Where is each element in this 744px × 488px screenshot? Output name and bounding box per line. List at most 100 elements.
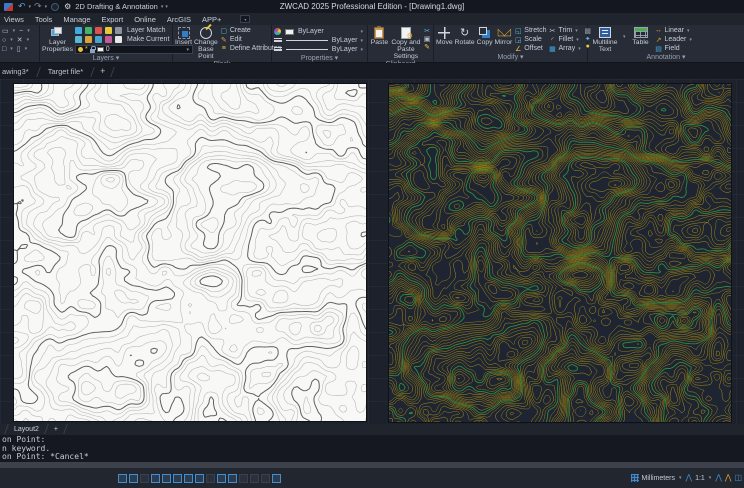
linear-dimension-button[interactable]: ↔Linear ▾ [655,26,693,35]
layer-properties-button[interactable]: Layer Properties [42,26,73,54]
leader-button[interactable]: ↗Leader ▾ [655,35,693,44]
make-current-button[interactable]: Make Current [127,36,169,43]
layer-bulb-icon[interactable] [78,47,83,52]
undo-dropdown-icon[interactable]: ▾ [29,4,32,10]
layer-lock-icon[interactable] [95,27,102,34]
chevron-down-icon[interactable]: ▾ [623,34,626,53]
chevron-down-icon[interactable]: ▾ [27,28,30,34]
copy-button[interactable]: Copy [477,26,493,53]
circle-tool-icon[interactable]: ○ [2,37,6,44]
chevron-down-icon[interactable]: ▾ [360,47,363,53]
transparency-toggle[interactable] [206,474,215,483]
lineweight-toggle[interactable] [195,474,204,483]
workspace-dropdown-icon[interactable]: ▾ [161,4,164,10]
menu-tools[interactable]: Tools [35,15,53,24]
field-button[interactable]: ▤Field [655,44,693,53]
redo-icon[interactable]: ↷ [34,2,42,11]
annotation-monitor-toggle[interactable] [261,474,270,483]
app-logo-icon[interactable] [4,3,13,11]
layer-walk-icon[interactable] [105,36,112,43]
chevron-down-icon[interactable]: ▾ [25,46,28,52]
lineweight-control[interactable]: ByLayer ▾ [274,45,364,54]
chevron-down-icon[interactable]: ▾ [709,475,712,481]
change-base-point-button[interactable]: Change Base Point [194,26,218,60]
workspace-switch-toggle[interactable] [272,474,281,483]
rotate-button[interactable]: ↻ Rotate [455,26,475,53]
stretch-button[interactable]: ◱Stretch [514,26,546,35]
ribbon-style-icon[interactable]: ▾ [240,15,250,23]
copy-paste-settings-button[interactable]: ⚙ Copy and Paste Settings [391,26,421,60]
match-properties-icon[interactable]: ✎ [423,43,431,51]
fillet-button[interactable]: ◜Fillet ▾ [548,35,581,44]
document-tab[interactable]: awing3* [0,65,37,79]
chevron-down-icon[interactable]: ▾ [360,38,363,44]
contour-map-monochrome[interactable] [14,84,366,421]
dynamic-ucs-toggle[interactable] [228,474,237,483]
auto-scale-icon[interactable]: ⋀ [725,474,732,482]
chevron-down-icon[interactable]: ▾ [679,475,682,481]
command-history[interactable]: on Point: n keyword. on Point: *Cancel* [0,435,744,462]
scale-button[interactable]: ◲Scale [514,35,546,44]
layer-freeze-icon[interactable] [85,27,92,34]
copy-clip-icon[interactable]: ▣ [423,35,431,43]
layer-unlock-icon[interactable] [95,36,102,43]
linetype-control[interactable]: ByLayer ▾ [274,36,364,45]
undo-icon[interactable]: ↶ [18,2,26,11]
layer-on-icon[interactable] [75,27,82,34]
modify-panel-label[interactable]: Modify ▾ [434,53,587,63]
menu-manage[interactable]: Manage [63,15,90,24]
paste-button[interactable]: Paste [370,26,389,60]
annotation-visibility-icon[interactable]: ⋀ [715,474,722,482]
redo-dropdown-icon[interactable]: ▾ [45,4,48,10]
cut-icon[interactable]: ✂ [423,27,431,35]
chevron-down-icon[interactable]: ▾ [689,37,692,43]
grid-toggle[interactable] [129,474,138,483]
dynamic-input-toggle[interactable] [184,474,193,483]
offset-button[interactable]: ∠Offset [514,44,546,53]
menu-online[interactable]: Online [134,15,156,24]
new-layout-tab-button[interactable]: + [48,426,64,433]
workspace-circle-icon[interactable] [51,3,59,11]
mirror-button[interactable]: ◺◿ Mirror [495,26,513,53]
chevron-down-icon[interactable]: ▾ [27,37,30,43]
drawing-viewport[interactable] [0,79,744,424]
quick-properties-toggle[interactable] [239,474,248,483]
multiline-text-button[interactable]: Multiline Text [590,26,620,53]
menu-app-plus[interactable]: APP+ [202,15,221,24]
color-control[interactable]: ByLayer ▾ [274,27,364,36]
chevron-down-icon[interactable]: ▾ [10,46,13,52]
chevron-down-icon[interactable]: ▾ [575,28,578,34]
table-button[interactable]: Table [629,26,653,53]
menu-arcgis[interactable]: ArcGIS [167,15,191,24]
menu-views[interactable]: Views [4,15,24,24]
selection-filter-toggle[interactable] [250,474,259,483]
new-document-tab-button[interactable]: + [94,66,111,79]
layout-tab[interactable]: Layout2 [8,426,45,433]
region-tool-icon[interactable]: ▯ [17,45,21,53]
chevron-down-icon[interactable]: ▾ [687,28,690,34]
snap-toggle[interactable] [118,474,127,483]
cycle-select-toggle[interactable] [217,474,226,483]
layer-sun-icon[interactable]: * [85,47,88,52]
chevron-down-icon[interactable]: ▾ [10,37,13,43]
chevron-down-icon[interactable]: ▾ [578,46,581,52]
layer-prev-icon[interactable] [115,36,122,43]
chevron-down-icon[interactable]: ▾ [360,29,363,35]
chevron-down-icon[interactable]: ▾ [13,28,16,34]
polyline-tool-icon[interactable]: ~ [19,28,23,35]
etrack-toggle[interactable] [173,474,182,483]
rectangle-tool-icon[interactable]: ▭ [2,27,9,35]
array-button[interactable]: ▦Array ▾ [548,44,581,53]
layer-color-swatch[interactable] [97,47,104,52]
esnap-toggle[interactable] [162,474,171,483]
document-tab[interactable]: Target file* [40,65,91,79]
ortho-toggle[interactable] [140,474,149,483]
layer-list-icon[interactable] [115,27,122,34]
layer-lock-state-icon[interactable] [90,49,95,53]
chevron-down-icon[interactable]: ▾ [576,37,579,43]
contour-map-colored[interactable] [389,84,731,422]
layer-thaw-icon[interactable] [85,36,92,43]
move-button[interactable]: Move [436,26,453,53]
insert-block-button[interactable]: Insert [175,26,192,60]
polar-toggle[interactable] [151,474,160,483]
